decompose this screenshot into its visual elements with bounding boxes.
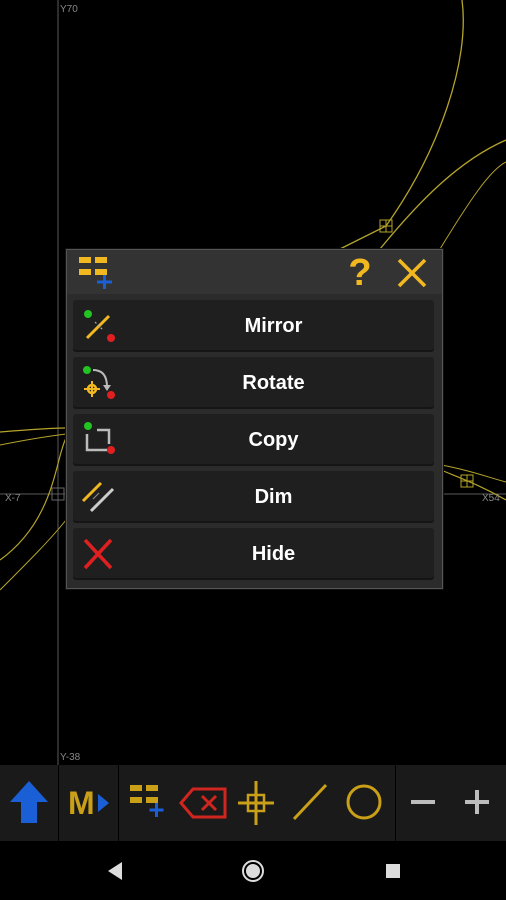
play-arrow-icon (98, 794, 109, 812)
dialog-header: ? (67, 250, 442, 294)
curve-5 (0, 433, 67, 446)
x-min-label: X-7 (5, 493, 21, 504)
marker (379, 219, 393, 233)
y-max-label: Y70 (60, 4, 78, 15)
marker (460, 474, 474, 488)
grid-add-icon[interactable] (126, 765, 174, 841)
zoom-in-icon[interactable] (455, 765, 499, 841)
line-icon[interactable] (288, 765, 332, 841)
hide-button[interactable]: Hide (73, 528, 434, 580)
curve-4 (0, 427, 67, 433)
crosshair-icon[interactable] (234, 765, 278, 841)
rotate-label: Rotate (242, 372, 305, 394)
help-icon[interactable]: ? (345, 251, 375, 294)
delete-icon[interactable] (178, 765, 230, 841)
recents-icon[interactable] (378, 856, 408, 886)
mirror-label: Mirror (244, 315, 303, 337)
copy-button[interactable]: Copy (73, 414, 434, 466)
grid-add-icon[interactable] (77, 253, 117, 293)
menu-m-label: M (68, 785, 95, 821)
close-icon[interactable] (395, 256, 431, 292)
bottom-toolbar: M (0, 765, 506, 841)
rotate-button[interactable]: Rotate (73, 357, 434, 409)
actions-dialog: ? Mirror Rotate Copy Dim Hide (66, 249, 443, 589)
toolbar-divider (395, 765, 396, 841)
circle-icon[interactable] (342, 765, 386, 841)
hide-label: Hide (251, 543, 296, 565)
toolbar-divider (118, 765, 119, 841)
y-min-label: Y-38 (60, 752, 81, 763)
copy-label: Copy (248, 429, 299, 451)
curve-7 (0, 519, 67, 591)
up-arrow-icon[interactable] (0, 765, 58, 841)
back-icon[interactable] (100, 856, 130, 886)
system-nav-bar (0, 841, 506, 900)
dim-button[interactable]: Dim (73, 471, 434, 523)
x-max-label: X54 (482, 493, 500, 504)
menu-m-button[interactable]: M (59, 765, 118, 841)
zoom-out-icon[interactable] (401, 765, 445, 841)
curve-1 (339, 0, 464, 250)
dim-label: Dim (254, 486, 293, 508)
curve-2 (379, 139, 506, 250)
home-icon[interactable] (238, 856, 268, 886)
mirror-button[interactable]: Mirror (73, 300, 434, 352)
